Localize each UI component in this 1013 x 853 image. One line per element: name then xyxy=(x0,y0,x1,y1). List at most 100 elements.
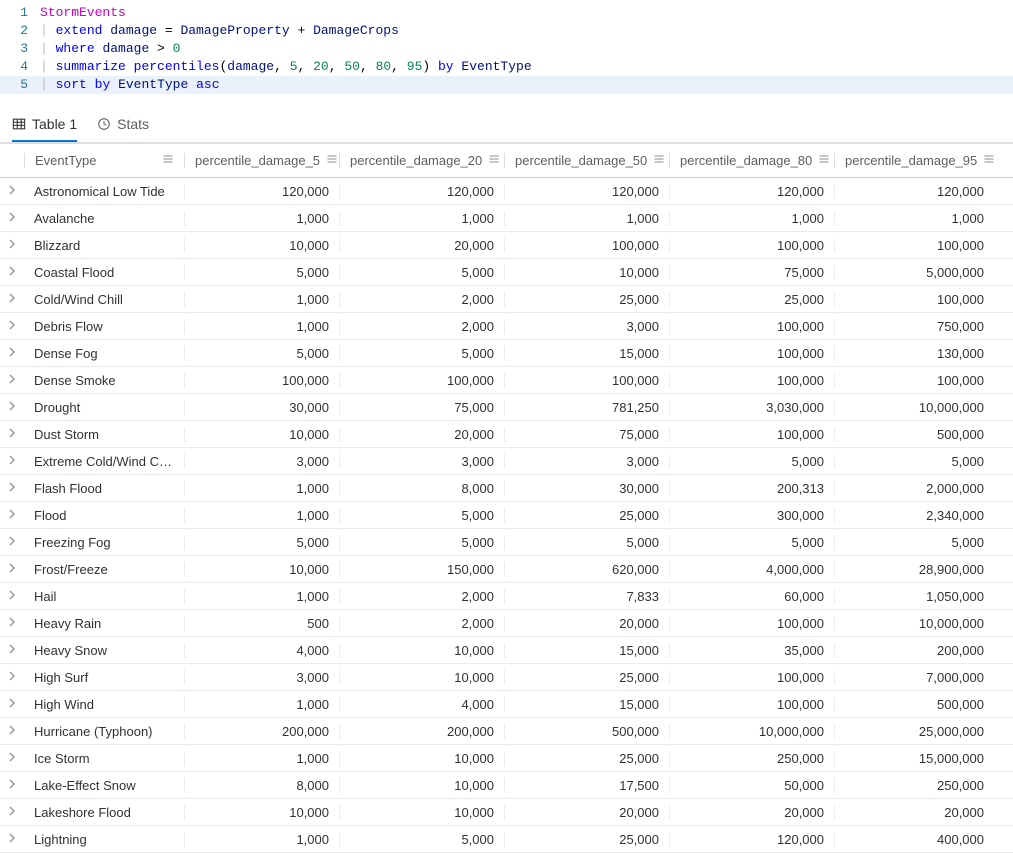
table-row[interactable]: Ice Storm1,00010,00025,000250,00015,000,… xyxy=(0,745,1013,772)
column-menu-icon[interactable] xyxy=(653,153,665,168)
table-row[interactable]: Dense Smoke100,000100,000100,000100,0001… xyxy=(0,367,1013,394)
cell: Heavy Rain xyxy=(24,616,184,631)
table-row[interactable]: Drought30,00075,000781,2503,030,00010,00… xyxy=(0,394,1013,421)
cell: 1,000 xyxy=(184,211,339,226)
expand-row-icon[interactable] xyxy=(0,401,24,414)
cell: 620,000 xyxy=(504,562,669,577)
table-row[interactable]: Dust Storm10,00020,00075,000100,000500,0… xyxy=(0,421,1013,448)
table-row[interactable]: Freezing Fog5,0005,0005,0005,0005,000 xyxy=(0,529,1013,556)
column-menu-icon[interactable] xyxy=(326,153,338,168)
cell: 3,000 xyxy=(184,454,339,469)
expand-row-icon[interactable] xyxy=(0,482,24,495)
cell: 100,000 xyxy=(669,697,834,712)
expand-row-icon[interactable] xyxy=(0,752,24,765)
table-row[interactable]: Flood1,0005,00025,000300,0002,340,000 xyxy=(0,502,1013,529)
table-row[interactable]: Coastal Flood5,0005,00010,00075,0005,000… xyxy=(0,259,1013,286)
column-header[interactable]: percentile_damage_5 xyxy=(184,153,339,168)
table-row[interactable]: High Wind1,0004,00015,000100,000500,000 xyxy=(0,691,1013,718)
table-row[interactable]: Cold/Wind Chill1,0002,00025,00025,000100… xyxy=(0,286,1013,313)
column-menu-icon[interactable] xyxy=(818,153,830,168)
cell: 100,000 xyxy=(339,373,504,388)
cell: 75,000 xyxy=(504,427,669,442)
expand-row-icon[interactable] xyxy=(0,671,24,684)
column-menu-icon[interactable] xyxy=(162,153,174,168)
expand-row-icon[interactable] xyxy=(0,590,24,603)
cell: 28,900,000 xyxy=(834,562,994,577)
column-menu-icon[interactable] xyxy=(983,153,994,168)
table-row[interactable]: Dense Fog5,0005,00015,000100,000130,000 xyxy=(0,340,1013,367)
cell: 100,000 xyxy=(834,373,994,388)
expand-row-icon[interactable] xyxy=(0,347,24,360)
tab-stats[interactable]: Stats xyxy=(97,116,149,142)
cell: 5,000 xyxy=(834,454,994,469)
code-content[interactable]: | where damage > 0 xyxy=(40,40,1013,58)
expand-row-icon[interactable] xyxy=(0,428,24,441)
code-line[interactable]: 3| where damage > 0 xyxy=(0,40,1013,58)
cell: 1,000 xyxy=(184,832,339,847)
code-content[interactable]: | extend damage = DamageProperty + Damag… xyxy=(40,22,1013,40)
column-header[interactable]: percentile_damage_95 xyxy=(834,153,994,168)
code-line[interactable]: 5| sort by EventType asc xyxy=(0,76,1013,94)
column-header[interactable]: EventType xyxy=(24,153,184,168)
expand-row-icon[interactable] xyxy=(0,617,24,630)
code-content[interactable]: StormEvents xyxy=(40,4,1013,22)
code-line[interactable]: 4| summarize percentiles(damage, 5, 20, … xyxy=(0,58,1013,76)
cell: Lightning xyxy=(24,832,184,847)
table-row[interactable]: Extreme Cold/Wind Chill3,0003,0003,0005,… xyxy=(0,448,1013,475)
expand-row-icon[interactable] xyxy=(0,779,24,792)
expand-row-icon[interactable] xyxy=(0,320,24,333)
table-row[interactable]: Lightning1,0005,00025,000120,000400,000 xyxy=(0,826,1013,853)
cell: 75,000 xyxy=(339,400,504,415)
expand-row-icon[interactable] xyxy=(0,509,24,522)
table-row[interactable]: Blizzard10,00020,000100,000100,000100,00… xyxy=(0,232,1013,259)
table-row[interactable]: Avalanche1,0001,0001,0001,0001,000 xyxy=(0,205,1013,232)
table-row[interactable]: Heavy Rain5002,00020,000100,00010,000,00… xyxy=(0,610,1013,637)
cell: 8,000 xyxy=(339,481,504,496)
cell: 20,000 xyxy=(504,616,669,631)
cell: 200,000 xyxy=(339,724,504,739)
table-row[interactable]: Hurricane (Typhoon)200,000200,000500,000… xyxy=(0,718,1013,745)
table-row[interactable]: Frost/Freeze10,000150,000620,0004,000,00… xyxy=(0,556,1013,583)
cell: 120,000 xyxy=(184,184,339,199)
cell: 100,000 xyxy=(834,292,994,307)
code-line[interactable]: 1StormEvents xyxy=(0,4,1013,22)
cell: 10,000 xyxy=(184,427,339,442)
expand-row-icon[interactable] xyxy=(0,563,24,576)
cell: 120,000 xyxy=(339,184,504,199)
code-line[interactable]: 2| extend damage = DamageProperty + Dama… xyxy=(0,22,1013,40)
tab-table[interactable]: Table 1 xyxy=(12,116,77,142)
expand-row-icon[interactable] xyxy=(0,239,24,252)
expand-row-icon[interactable] xyxy=(0,212,24,225)
table-row[interactable]: Flash Flood1,0008,00030,000200,3132,000,… xyxy=(0,475,1013,502)
query-editor[interactable]: 1StormEvents2| extend damage = DamagePro… xyxy=(0,0,1013,106)
expand-row-icon[interactable] xyxy=(0,725,24,738)
expand-row-icon[interactable] xyxy=(0,455,24,468)
expand-row-icon[interactable] xyxy=(0,293,24,306)
expand-row-icon[interactable] xyxy=(0,644,24,657)
expand-row-icon[interactable] xyxy=(0,374,24,387)
column-header[interactable]: percentile_damage_50 xyxy=(504,153,669,168)
expand-row-icon[interactable] xyxy=(0,698,24,711)
table-row[interactable]: Debris Flow1,0002,0003,000100,000750,000 xyxy=(0,313,1013,340)
expand-row-icon[interactable] xyxy=(0,185,24,198)
expand-row-icon[interactable] xyxy=(0,266,24,279)
cell: 3,000 xyxy=(504,454,669,469)
column-header[interactable]: percentile_damage_80 xyxy=(669,153,834,168)
cell: 20,000 xyxy=(339,427,504,442)
table-row[interactable]: Lake-Effect Snow8,00010,00017,50050,0002… xyxy=(0,772,1013,799)
cell: 1,000 xyxy=(184,589,339,604)
table-row[interactable]: Hail1,0002,0007,83360,0001,050,000 xyxy=(0,583,1013,610)
cell: 1,000 xyxy=(184,508,339,523)
column-menu-icon[interactable] xyxy=(488,153,500,168)
table-row[interactable]: Astronomical Low Tide120,000120,000120,0… xyxy=(0,178,1013,205)
expand-row-icon[interactable] xyxy=(0,833,24,846)
table-row[interactable]: High Surf3,00010,00025,000100,0007,000,0… xyxy=(0,664,1013,691)
code-content[interactable]: | sort by EventType asc xyxy=(40,76,1013,94)
cell: Hurricane (Typhoon) xyxy=(24,724,184,739)
line-number: 2 xyxy=(0,22,40,40)
table-row[interactable]: Heavy Snow4,00010,00015,00035,000200,000 xyxy=(0,637,1013,664)
expand-row-icon[interactable] xyxy=(0,536,24,549)
column-header[interactable]: percentile_damage_20 xyxy=(339,153,504,168)
code-content[interactable]: | summarize percentiles(damage, 5, 20, 5… xyxy=(40,58,1013,76)
expand-row-icon[interactable] xyxy=(0,806,24,819)
